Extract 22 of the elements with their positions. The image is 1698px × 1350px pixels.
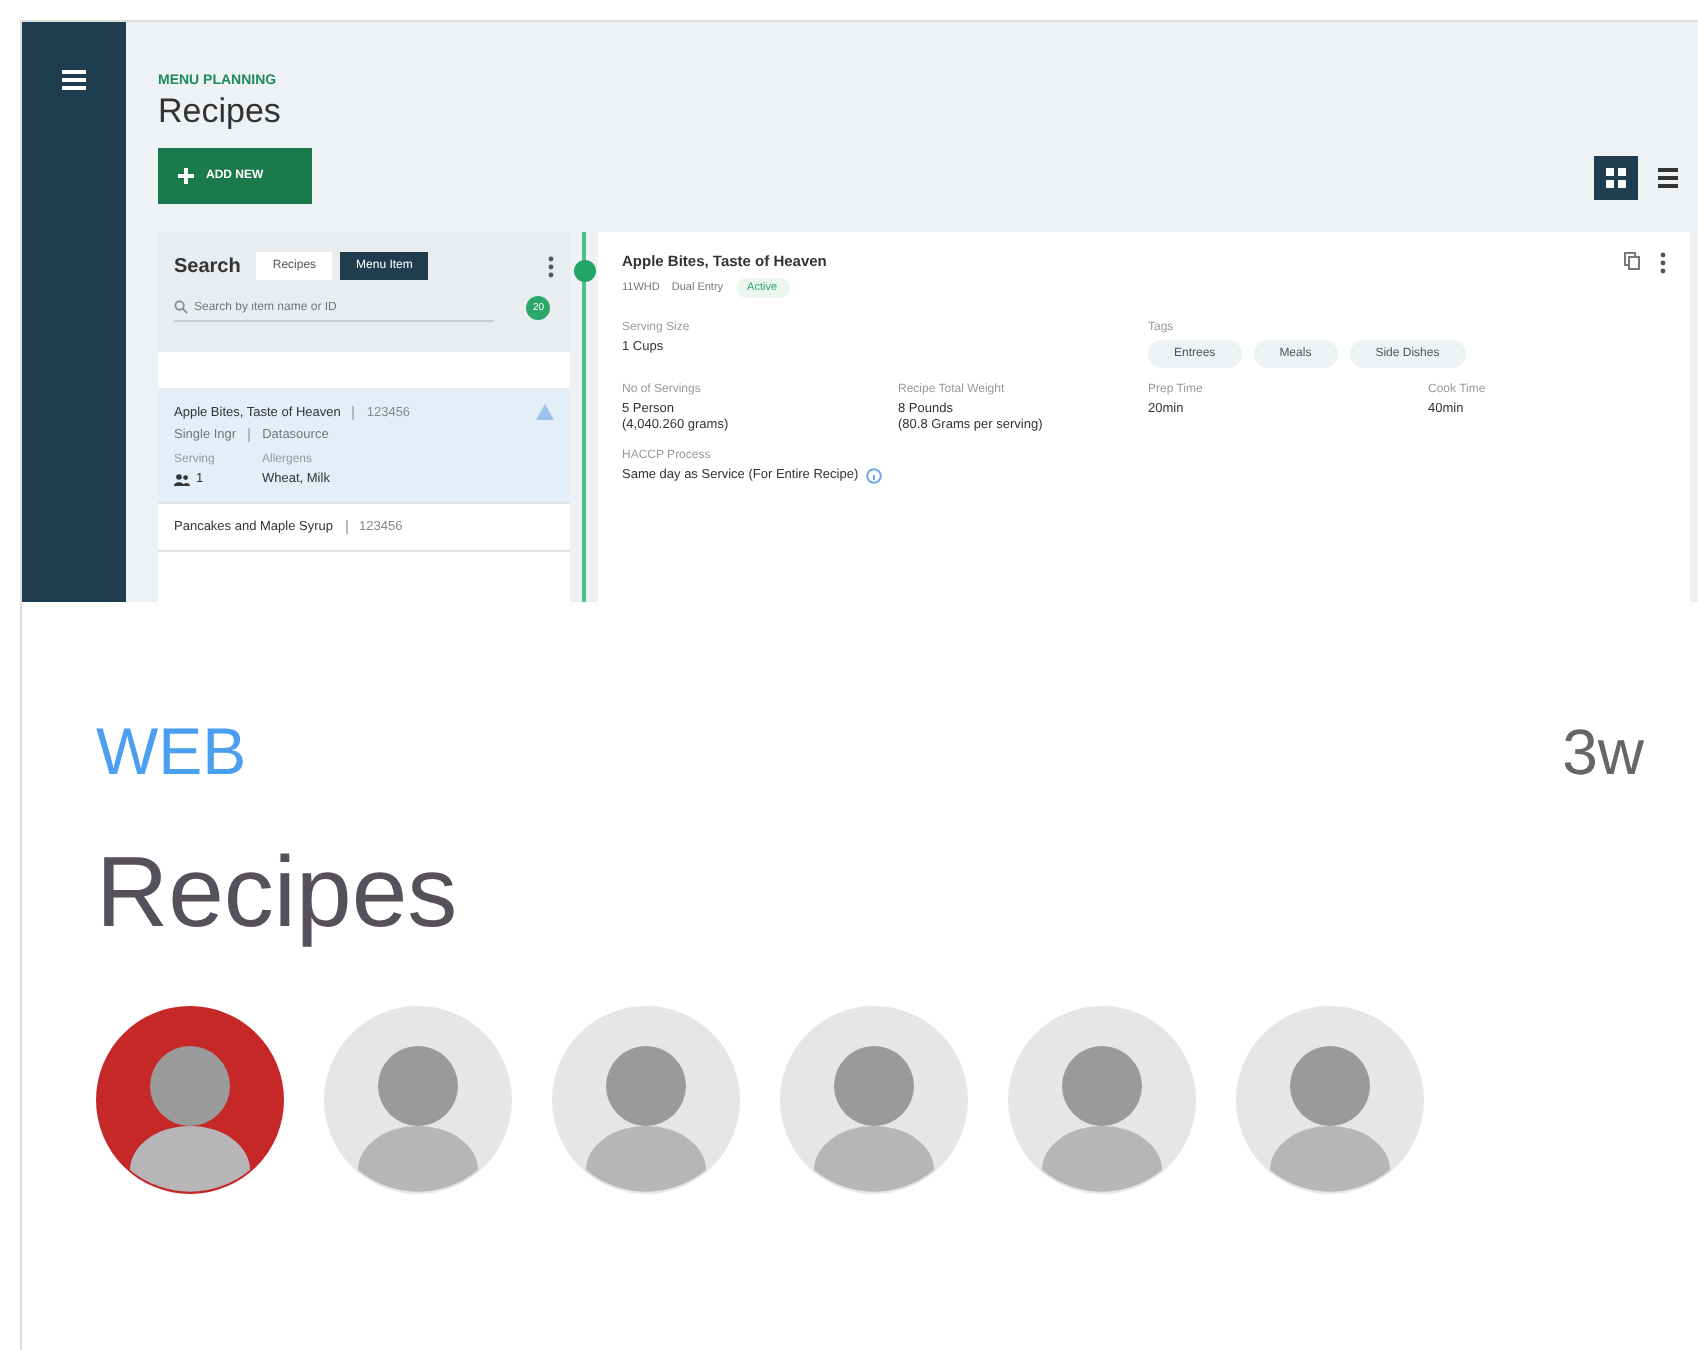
search-icon	[174, 300, 188, 314]
info-icon[interactable]	[866, 468, 883, 485]
avatar[interactable]	[324, 1006, 512, 1194]
people-icon	[174, 473, 190, 485]
avatar[interactable]	[96, 1006, 284, 1194]
more-icon[interactable]	[548, 255, 554, 277]
list-icon	[1658, 168, 1678, 188]
avatar[interactable]	[552, 1006, 740, 1194]
post-title: Recipes	[96, 834, 460, 950]
avatar[interactable]	[1236, 1006, 1424, 1194]
step-dot	[573, 260, 595, 282]
page-title: Recipes	[158, 92, 283, 132]
menu-icon[interactable]	[62, 70, 86, 90]
more-icon[interactable]	[1660, 252, 1666, 274]
post-age: 3w	[1562, 715, 1644, 789]
grid-view-button[interactable]	[1594, 156, 1638, 200]
search-label: Search	[174, 255, 241, 277]
plus-icon	[178, 168, 194, 184]
copy-icon[interactable]	[1624, 252, 1640, 270]
avatar[interactable]	[780, 1006, 968, 1194]
grid-icon	[1606, 168, 1626, 188]
avatar[interactable]	[1008, 1006, 1196, 1194]
